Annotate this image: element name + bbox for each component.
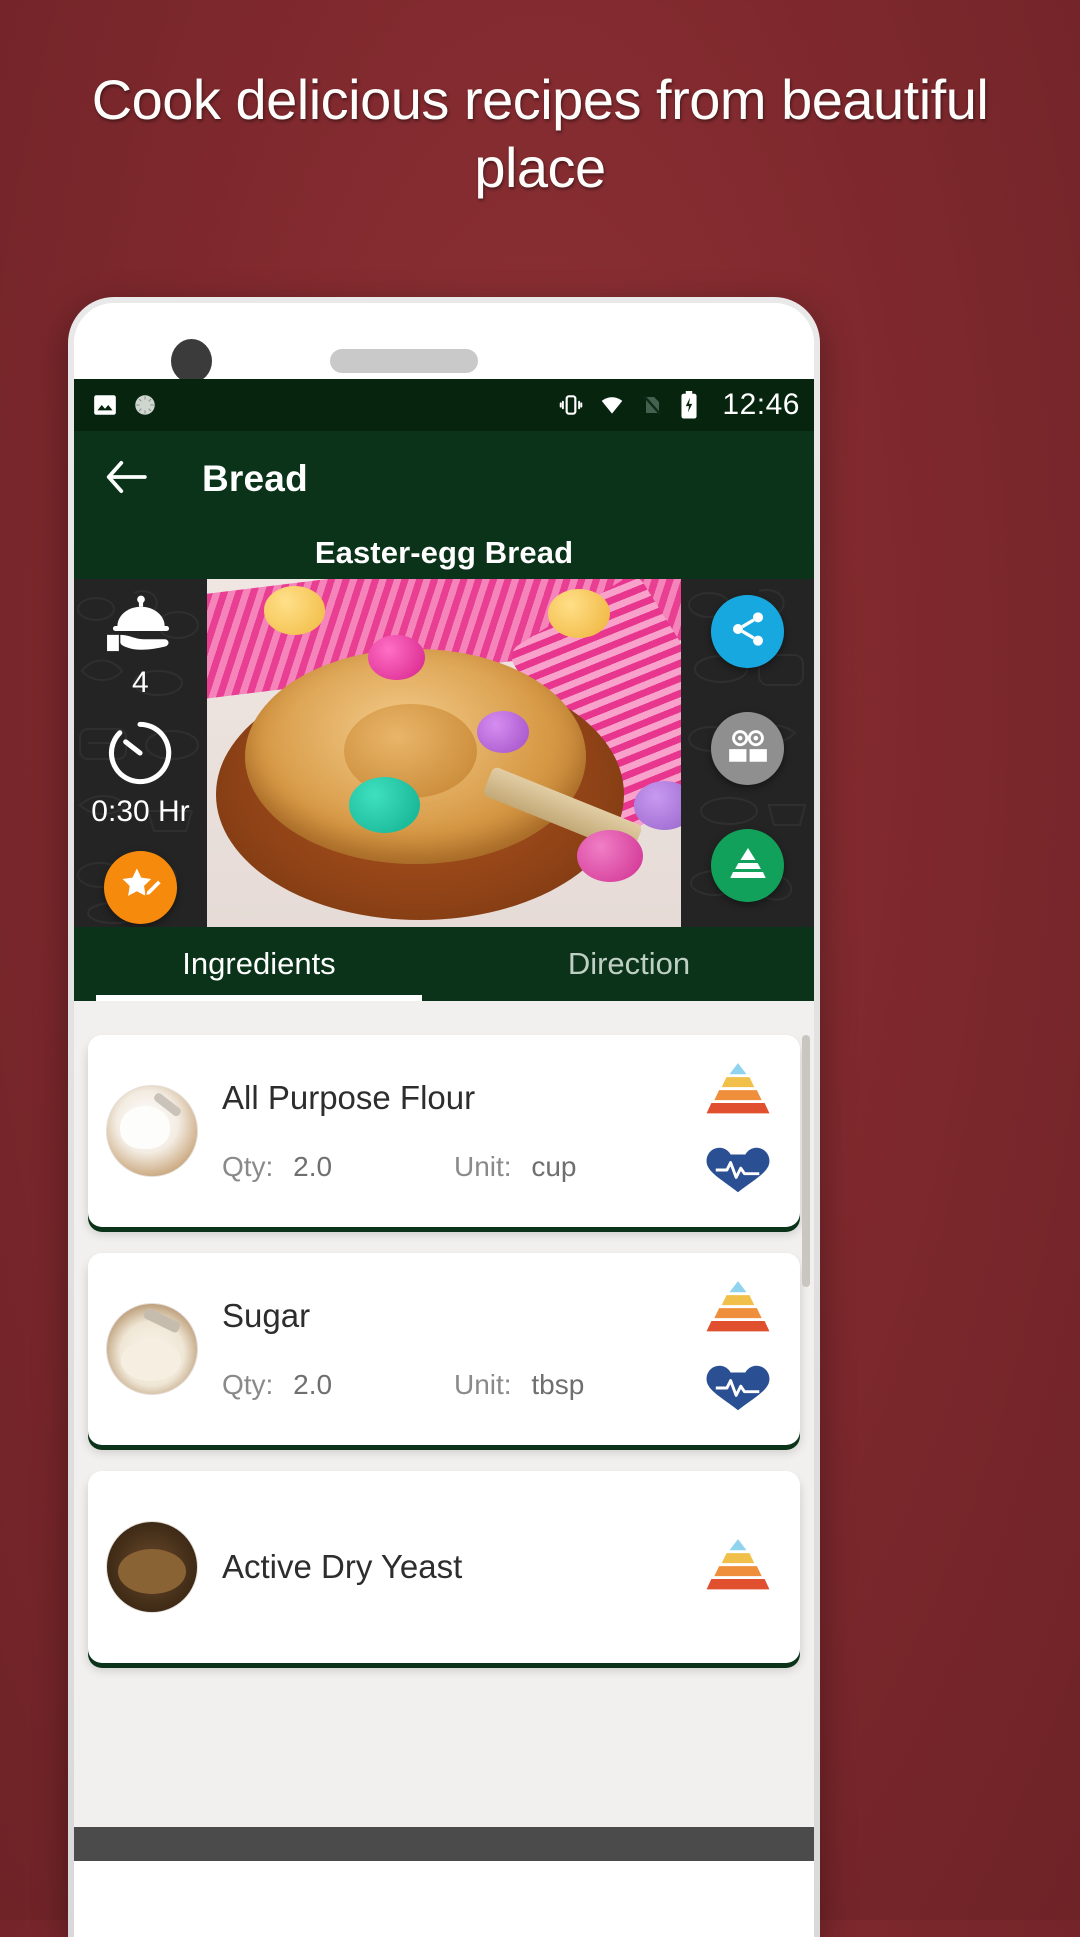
recipe-title-bar: Easter-egg Bread	[74, 527, 814, 579]
phone-frame: 12:46 Bread Easter-egg Bread 4 0:30 Hr I…	[68, 297, 820, 1937]
phone-bezel-top	[74, 303, 814, 383]
ingredient-qty: 2.0	[293, 1151, 333, 1182]
ingredient-name: Active Dry Yeast	[222, 1548, 463, 1585]
wifi-icon	[598, 392, 626, 418]
loader-icon	[132, 392, 158, 418]
ingredient-thumbnail	[106, 1303, 198, 1395]
ingredient-card[interactable]: All Purpose Flour Qty: 2.0 Unit: cup	[88, 1035, 800, 1227]
ingredient-qty: 2.0	[293, 1369, 333, 1400]
health-muscle-icon[interactable]	[701, 1362, 775, 1419]
ingredients-list[interactable]: All Purpose Flour Qty: 2.0 Unit: cup Sug…	[74, 1021, 814, 1861]
book-owl-icon	[726, 726, 770, 771]
serving-tray-icon	[102, 595, 180, 662]
ingredient-card[interactable]: Sugar Qty: 2.0 Unit: tbsp	[88, 1253, 800, 1445]
app-bar: Bread	[74, 431, 814, 527]
nutrition-pyramid-button[interactable]	[711, 829, 784, 902]
qty-label: Qty:	[222, 1151, 274, 1182]
ingredient-card[interactable]: Active Dry Yeast	[88, 1471, 800, 1663]
recipe-tabs: Ingredients Direction	[74, 927, 814, 1001]
share-button[interactable]	[711, 595, 784, 668]
app-screen: 12:46 Bread Easter-egg Bread 4 0:30 Hr I…	[74, 379, 814, 1861]
recipe-actions-column	[681, 579, 814, 927]
vibrate-icon	[558, 392, 584, 418]
tab-ingredients[interactable]: Ingredients	[74, 927, 444, 1001]
servings-value: 4	[132, 666, 149, 699]
ingredient-unit: tbsp	[531, 1369, 585, 1400]
food-pyramid-icon[interactable]	[701, 1279, 775, 1340]
back-arrow-icon[interactable]	[104, 459, 148, 500]
recipe-name: Easter-egg Bread	[314, 535, 574, 570]
image-icon	[92, 392, 118, 418]
battery-charging-icon	[678, 391, 700, 419]
status-bar: 12:46	[74, 379, 814, 431]
read-recipe-button[interactable]	[711, 712, 784, 785]
tab-direction[interactable]: Direction	[444, 927, 814, 1001]
unit-label: Unit:	[454, 1369, 512, 1400]
food-pyramid-icon[interactable]	[701, 1537, 775, 1598]
recipe-hero: 4 0:30 Hr	[74, 579, 814, 927]
rate-recipe-button[interactable]	[104, 851, 177, 924]
list-scrollbar[interactable]	[802, 1035, 810, 1287]
food-pyramid-icon	[727, 844, 769, 887]
promo-headline: Cook delicious recipes from beautiful pl…	[91, 68, 989, 199]
ingredient-name: All Purpose Flour	[222, 1079, 476, 1116]
ingredient-unit: cup	[531, 1151, 577, 1182]
ingredient-thumbnail	[106, 1085, 198, 1177]
time-value: 0:30 Hr	[91, 795, 190, 828]
unit-label: Unit:	[454, 1151, 512, 1182]
recipe-meta-column: 4 0:30 Hr	[74, 579, 207, 927]
star-edit-icon	[119, 863, 163, 912]
earpiece-speaker	[330, 349, 478, 373]
front-camera-icon	[171, 339, 212, 383]
no-sim-icon	[640, 392, 664, 418]
page-title: Bread	[202, 458, 308, 499]
phone-screen-container: 12:46 Bread Easter-egg Bread 4 0:30 Hr I…	[74, 303, 814, 1937]
qty-label: Qty:	[222, 1369, 274, 1400]
system-navigation-bar	[74, 1827, 814, 1861]
ingredient-thumbnail	[106, 1521, 198, 1613]
timer-icon	[105, 718, 175, 793]
recipe-photo	[207, 579, 681, 927]
share-icon	[728, 609, 768, 654]
status-clock: 12:46	[722, 388, 800, 421]
servings-meta: 4	[102, 595, 180, 700]
time-meta: 0:30 Hr	[91, 718, 190, 829]
food-pyramid-icon[interactable]	[701, 1061, 775, 1122]
health-muscle-icon[interactable]	[701, 1144, 775, 1201]
ingredient-name: Sugar	[222, 1297, 311, 1334]
